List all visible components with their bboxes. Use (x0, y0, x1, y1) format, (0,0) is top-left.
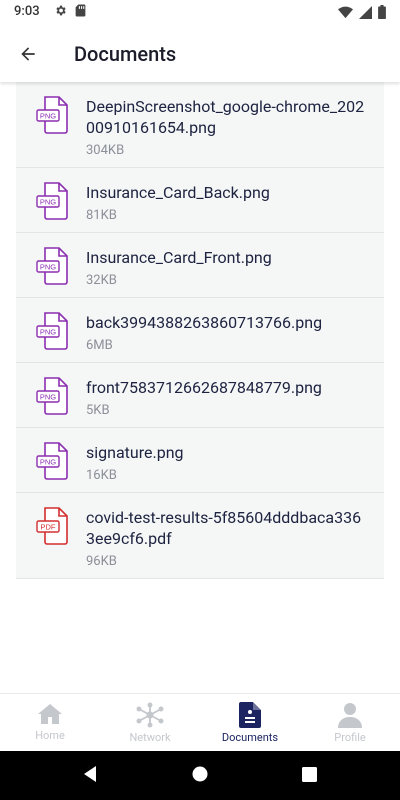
svg-text:PNG: PNG (40, 458, 56, 467)
system-back-button[interactable] (82, 765, 98, 787)
wifi-icon (338, 6, 353, 23)
document-name: Insurance_Card_Back.png (86, 183, 270, 202)
system-nav-bar (0, 751, 400, 800)
battery-icon (378, 5, 386, 23)
profile-icon (338, 703, 362, 728)
tab-documents-label: Documents (221, 731, 279, 744)
page-title: Documents (74, 42, 177, 66)
triangle-back-icon (84, 766, 96, 782)
system-recents-button[interactable] (302, 767, 317, 786)
document-size: 81KB (86, 208, 117, 223)
system-home-button[interactable] (192, 766, 208, 786)
document-size: 6MB (86, 338, 113, 353)
png-file-icon: PNG (36, 312, 68, 354)
png-file-icon: PNG (36, 96, 68, 138)
status-time: 9:03 (14, 4, 40, 19)
document-name: DeepinScreenshot_google-chrome_202009101… (86, 97, 365, 137)
tab-profile-label: Profile (334, 731, 366, 744)
tab-profile[interactable]: Profile (300, 694, 400, 751)
document-size: 304KB (86, 143, 125, 158)
svg-text:PNG: PNG (40, 198, 56, 207)
document-size: 5KB (86, 403, 110, 418)
png-file-icon: PNG (36, 377, 68, 419)
document-list: PNG DeepinScreenshot_google-chrome_202009… (16, 82, 384, 579)
home-icon (38, 704, 62, 724)
png-file-icon: PNG (36, 247, 68, 289)
document-name: back3994388263860713766.png (86, 313, 323, 332)
document-icon (239, 702, 261, 728)
document-item[interactable]: PNG Insurance_Card_Back.png 81KB (16, 168, 384, 233)
document-item[interactable]: PNG front7583712662687848779.png 5KB (16, 363, 384, 428)
square-recents-icon (302, 767, 317, 782)
app-bar: Documents (0, 24, 400, 82)
pdf-file-icon: PDF (36, 507, 68, 549)
circle-home-icon (192, 766, 208, 782)
tab-network[interactable]: Network (100, 694, 200, 751)
signal-icon (359, 5, 372, 23)
document-name: Insurance_Card_Front.png (86, 248, 272, 267)
document-item[interactable]: PDF covid-test-results-5f85604dddbaca3363… (16, 493, 384, 579)
svg-text:PNG: PNG (40, 263, 56, 272)
gear-icon (54, 4, 67, 21)
svg-text:PNG: PNG (40, 328, 56, 337)
document-name: signature.png (86, 443, 184, 462)
sd-card-icon (75, 4, 86, 21)
tab-home-label: Home (35, 729, 65, 742)
network-icon (136, 702, 164, 728)
back-button[interactable] (14, 40, 42, 68)
status-bar: 9:03 (0, 0, 400, 24)
svg-text:PNG: PNG (40, 112, 56, 121)
document-name: covid-test-results-5f85604dddbaca3363ee9… (86, 508, 362, 548)
tab-home[interactable]: Home (0, 694, 100, 751)
png-file-icon: PNG (36, 182, 68, 224)
document-name: front7583712662687848779.png (86, 378, 322, 397)
document-size: 96KB (86, 554, 117, 569)
document-size: 32KB (86, 273, 117, 288)
document-item[interactable]: PNG Insurance_Card_Front.png 32KB (16, 233, 384, 298)
svg-text:PDF: PDF (41, 523, 56, 532)
document-item[interactable]: PNG signature.png 16KB (16, 428, 384, 493)
png-file-icon: PNG (36, 442, 68, 484)
document-item[interactable]: PNG DeepinScreenshot_google-chrome_202009… (16, 82, 384, 168)
documents-content[interactable]: PNG DeepinScreenshot_google-chrome_202009… (0, 82, 400, 693)
document-size: 16KB (86, 468, 117, 483)
bottom-nav: Home Network Documents Profile (0, 693, 400, 751)
svg-text:PNG: PNG (40, 393, 56, 402)
arrow-back-icon (21, 47, 35, 61)
tab-network-label: Network (129, 731, 171, 744)
document-item[interactable]: PNG back3994388263860713766.png 6MB (16, 298, 384, 363)
tab-documents[interactable]: Documents (200, 694, 300, 751)
